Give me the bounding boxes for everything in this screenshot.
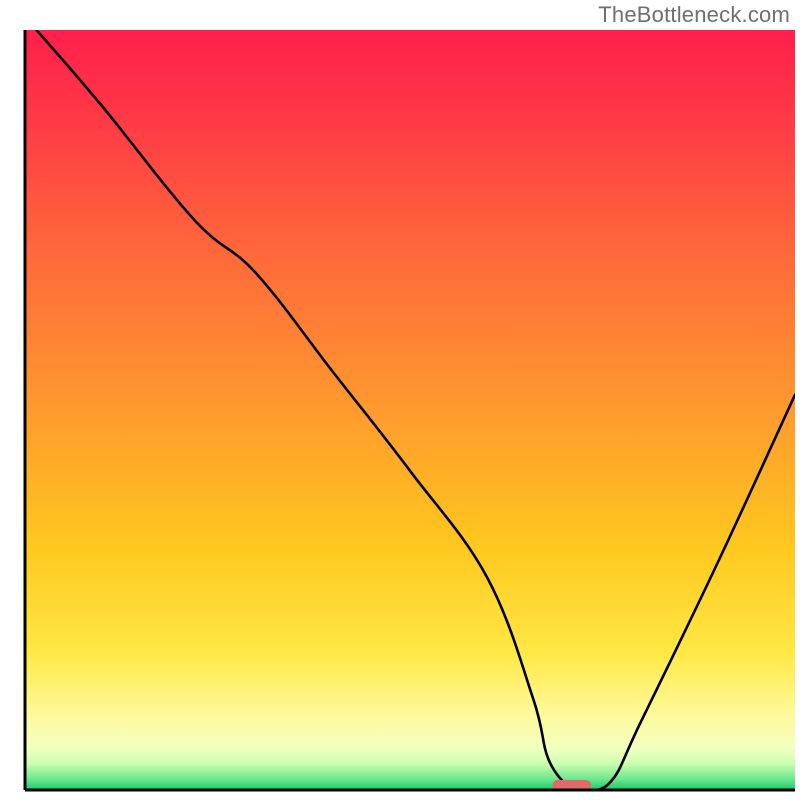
- chart-container: TheBottleneck.com: [0, 0, 800, 800]
- watermark-label: TheBottleneck.com: [598, 2, 790, 28]
- chart-background: [25, 30, 795, 790]
- bottleneck-chart: [0, 0, 800, 800]
